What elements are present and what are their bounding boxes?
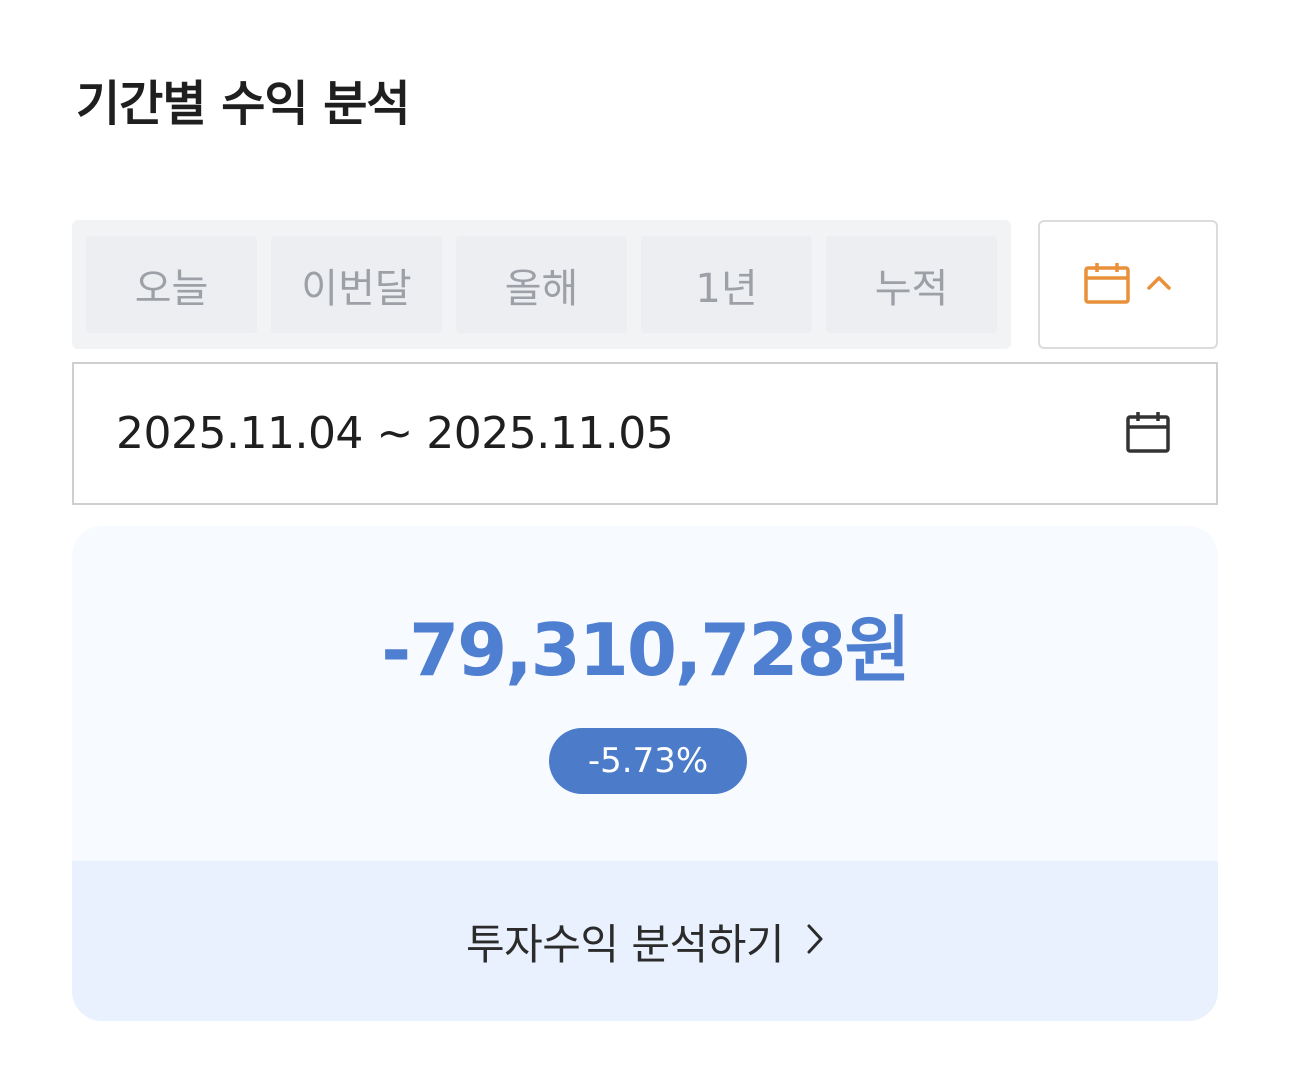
profit-amount: -79,310,728원 [381,608,911,692]
profit-summary-card: -79,310,728원 -5.73% 투자수익 분석하기 [72,526,1218,1021]
calendar-toggle-button[interactable] [1038,220,1218,349]
date-range-field[interactable]: 2025.11.04 ~ 2025.11.05 [72,362,1218,505]
date-range-text: 2025.11.04 ~ 2025.11.05 [116,408,674,459]
profit-rate-badge: -5.73% [549,728,747,794]
chevron-up-icon [1146,275,1172,295]
tab-cumulative[interactable]: 누적 [826,236,997,333]
calendar-icon [1126,411,1170,457]
tab-one-year[interactable]: 1년 [641,236,812,333]
analyze-profit-button[interactable]: 투자수익 분석하기 [72,861,1218,1021]
analyze-profit-label: 투자수익 분석하기 [466,919,784,969]
tab-this-month[interactable]: 이번달 [271,236,442,333]
calendar-icon [1084,262,1130,308]
page-title: 기간별 수익 분석 [76,76,411,132]
tab-this-year[interactable]: 올해 [456,236,627,333]
chevron-right-icon [806,923,824,959]
period-tab-bar: 오늘 이번달 올해 1년 누적 [72,220,1011,349]
tab-today[interactable]: 오늘 [86,236,257,333]
